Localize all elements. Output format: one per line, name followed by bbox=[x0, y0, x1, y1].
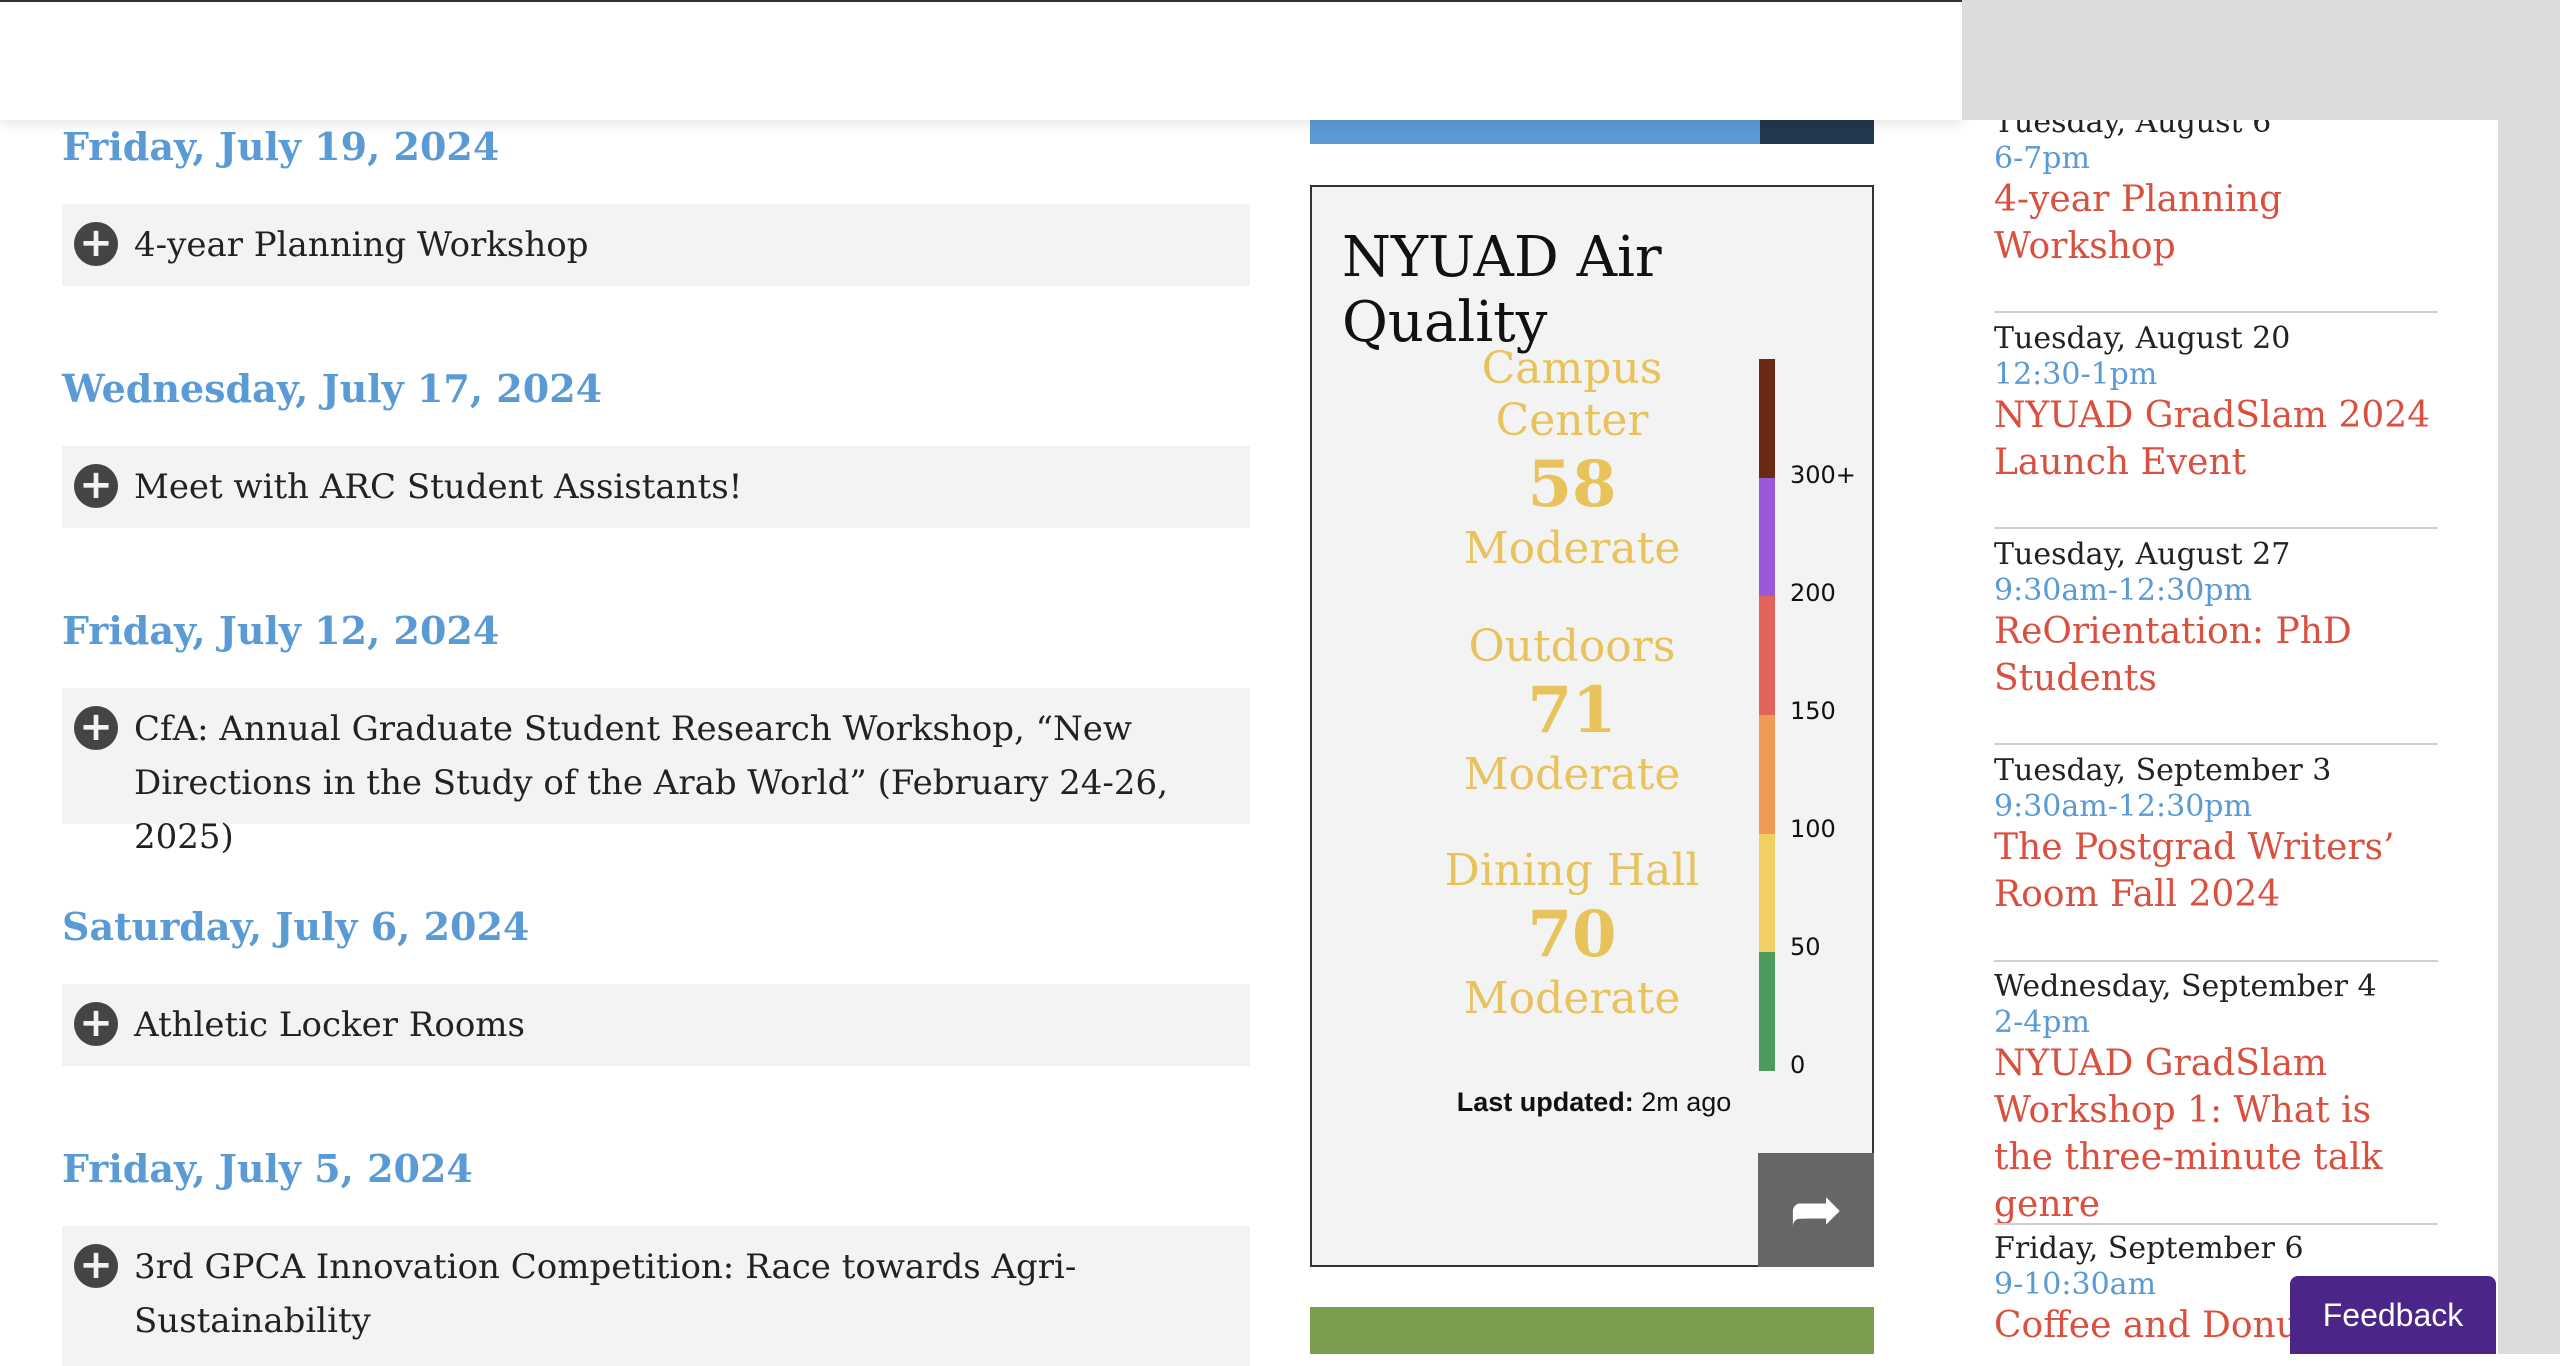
upcoming-time: 6-7pm bbox=[1994, 141, 2090, 176]
aq-location-outdoors: Outdoors 71 Moderate bbox=[1422, 621, 1722, 801]
upcoming-time: 2-4pm bbox=[1994, 1005, 2090, 1040]
date-heading: Friday, July 5, 2024 bbox=[62, 1146, 473, 1191]
divider bbox=[1994, 527, 2438, 529]
sidebar-banner-green bbox=[1310, 1307, 1874, 1354]
upcoming-title-link[interactable]: The Postgrad Writers’ Room Fall 2024 bbox=[1994, 824, 2438, 918]
aq-value: 70 bbox=[1527, 897, 1617, 972]
aqi-scale-label: 0 bbox=[1790, 1051, 1806, 1079]
aq-category: Moderate bbox=[1463, 973, 1681, 1024]
upcoming-item[interactable]: Tuesday, September 3 9:30am-12:30pm The … bbox=[1994, 752, 2438, 918]
upcoming-time: 12:30-1pm bbox=[1994, 357, 2158, 392]
site-header-band bbox=[0, 0, 1962, 120]
upcoming-item[interactable]: Tuesday, August 6 6-7pm 4-year Planning … bbox=[1994, 104, 2438, 270]
aq-location-name: Outdoors bbox=[1468, 621, 1676, 672]
event-item[interactable]: + Meet with ARC Student Assistants! bbox=[62, 446, 1250, 528]
divider bbox=[1994, 1223, 2438, 1225]
plus-circle-icon[interactable]: + bbox=[74, 1244, 118, 1288]
event-item[interactable]: + CfA: Annual Graduate Student Research … bbox=[62, 688, 1250, 857]
upcoming-date: Tuesday, August 27 bbox=[1994, 537, 2291, 572]
aqi-scale-label: 300+ bbox=[1790, 461, 1856, 489]
event-title[interactable]: Meet with ARC Student Assistants! bbox=[134, 467, 742, 507]
upcoming-date: Tuesday, September 3 bbox=[1994, 753, 2332, 788]
share-button[interactable]: ➦ bbox=[1758, 1153, 1874, 1267]
aq-category: Moderate bbox=[1463, 523, 1681, 574]
aqi-scale-segment bbox=[1759, 952, 1775, 1071]
aqi-scale-label: 100 bbox=[1790, 815, 1836, 843]
aqi-scale-segment bbox=[1759, 596, 1775, 715]
aqi-scale-label: 200 bbox=[1790, 579, 1836, 607]
feedback-button[interactable]: Feedback bbox=[2290, 1276, 2496, 1354]
aqi-scale-label: 50 bbox=[1790, 933, 1821, 961]
aqi-scale-segment bbox=[1759, 359, 1775, 478]
aq-value: 71 bbox=[1527, 673, 1617, 748]
sidebar-banner-dark bbox=[1760, 120, 1874, 144]
aq-last-updated: Last updated: 2m ago bbox=[1312, 1087, 1876, 1118]
aq-value: 58 bbox=[1527, 447, 1617, 522]
event-item[interactable]: + Athletic Locker Rooms bbox=[62, 984, 1250, 1066]
plus-circle-icon[interactable]: + bbox=[74, 1002, 118, 1046]
divider bbox=[1994, 743, 2438, 745]
aqi-scale-label: 150 bbox=[1790, 697, 1836, 725]
upcoming-time: 9:30am-12:30pm bbox=[1994, 573, 2252, 608]
upcoming-title-link[interactable]: NYUAD GradSlam Workshop 1: What is the t… bbox=[1994, 1040, 2438, 1228]
air-quality-title: NYUAD Air Quality bbox=[1342, 225, 1662, 355]
air-quality-widget: NYUAD Air Quality Campus Center 58 Moder… bbox=[1310, 185, 1874, 1267]
aq-location-campus-center: Campus Center 58 Moderate bbox=[1422, 343, 1722, 575]
upcoming-title-link[interactable]: 4-year Planning Workshop bbox=[1994, 176, 2438, 270]
aqi-scale-segment bbox=[1759, 477, 1775, 597]
event-title[interactable]: CfA: Annual Graduate Student Research Wo… bbox=[134, 709, 1168, 857]
aqi-scale-segment bbox=[1759, 833, 1775, 953]
event-title[interactable]: 3rd GPCA Innovation Competition: Race to… bbox=[134, 1247, 1076, 1341]
upcoming-time: 9:30am-12:30pm bbox=[1994, 789, 2252, 824]
upcoming-date: Friday, September 6 bbox=[1994, 1231, 2304, 1266]
header-gray-panel bbox=[1962, 0, 2560, 120]
event-item[interactable]: + 4-year Planning Workshop bbox=[62, 204, 1250, 286]
aqi-color-scale bbox=[1759, 359, 1775, 1071]
divider bbox=[1994, 311, 2438, 313]
scrollbar-track[interactable] bbox=[2498, 0, 2560, 1354]
upcoming-date: Tuesday, August 20 bbox=[1994, 321, 2291, 356]
aq-location-dining-hall: Dining Hall 70 Moderate bbox=[1422, 845, 1722, 1025]
event-item[interactable]: + 3rd GPCA Innovation Competition: Race … bbox=[62, 1226, 1250, 1366]
date-heading: Friday, July 12, 2024 bbox=[62, 608, 500, 653]
sidebar-banner-blue bbox=[1310, 120, 1760, 144]
plus-circle-icon[interactable]: + bbox=[74, 222, 118, 266]
event-title[interactable]: 4-year Planning Workshop bbox=[134, 225, 588, 265]
divider bbox=[1994, 960, 2438, 962]
share-arrow-icon: ➦ bbox=[1789, 1173, 1843, 1247]
plus-circle-icon[interactable]: + bbox=[74, 706, 118, 750]
date-heading: Saturday, July 6, 2024 bbox=[62, 904, 530, 949]
event-title[interactable]: Athletic Locker Rooms bbox=[134, 1005, 525, 1045]
aq-category: Moderate bbox=[1463, 749, 1681, 800]
upcoming-item[interactable]: Tuesday, August 27 9:30am-12:30pm ReOrie… bbox=[1994, 536, 2438, 702]
date-heading: Wednesday, July 17, 2024 bbox=[62, 366, 603, 411]
upcoming-date: Wednesday, September 4 bbox=[1994, 969, 2377, 1004]
aq-updated-label: Last updated: bbox=[1456, 1087, 1634, 1117]
aq-updated-value: 2m ago bbox=[1641, 1087, 1732, 1117]
plus-circle-icon[interactable]: + bbox=[74, 464, 118, 508]
upcoming-title-link[interactable]: ReOrientation: PhD Students bbox=[1994, 608, 2438, 702]
date-heading: Friday, July 19, 2024 bbox=[62, 124, 500, 169]
aq-location-name: Dining Hall bbox=[1444, 845, 1700, 896]
upcoming-item[interactable]: Wednesday, September 4 2-4pm NYUAD GradS… bbox=[1994, 968, 2438, 1228]
upcoming-item[interactable]: Tuesday, August 20 12:30-1pm NYUAD GradS… bbox=[1994, 320, 2438, 486]
aqi-scale-segment bbox=[1759, 714, 1775, 834]
aq-location-name: Campus Center bbox=[1481, 343, 1663, 446]
upcoming-title-link[interactable]: NYUAD GradSlam 2024 Launch Event bbox=[1994, 392, 2438, 486]
